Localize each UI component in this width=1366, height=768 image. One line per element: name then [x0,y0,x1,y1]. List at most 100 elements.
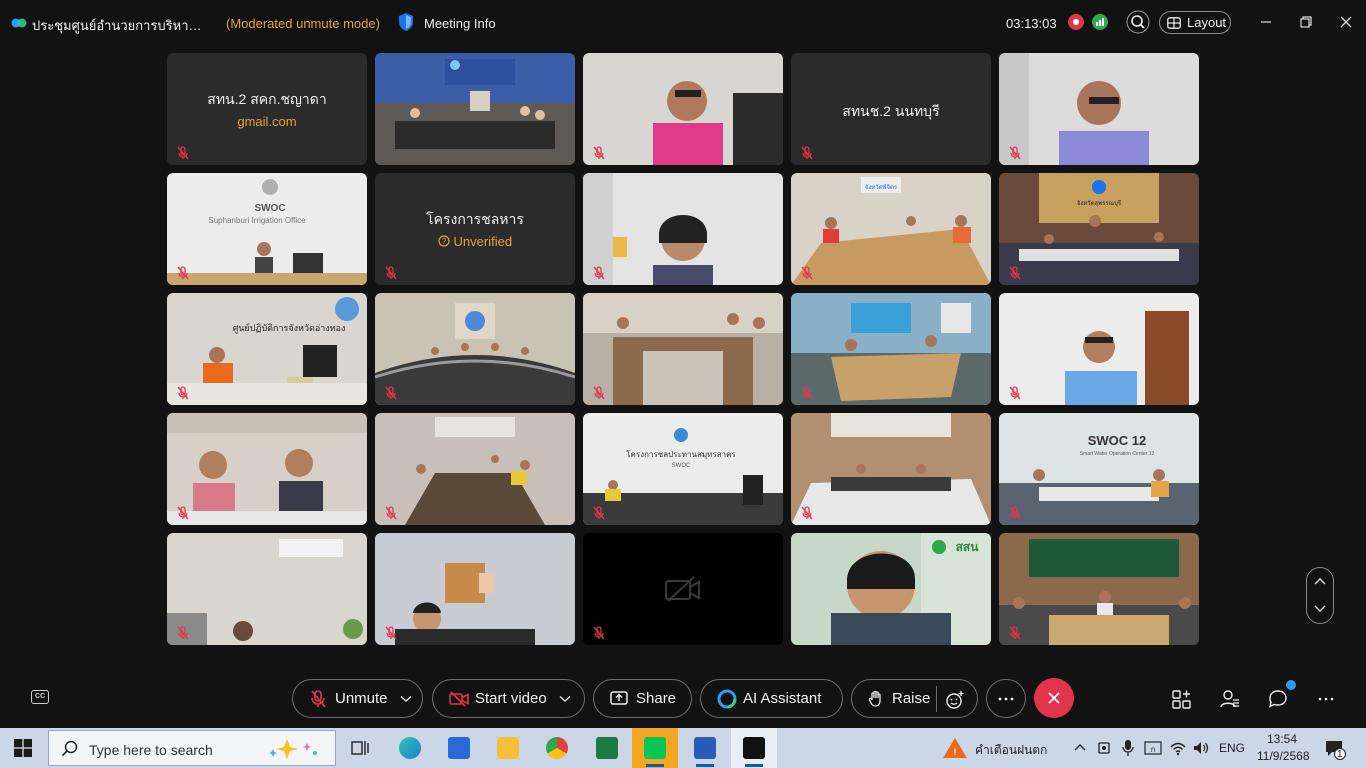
ai-assistant-icon [717,689,737,708]
room-sign-text: โครงการชลประทานสมุทรสาคร [626,449,736,459]
edge-icon [399,737,421,759]
meet-now-icon[interactable] [1097,739,1113,757]
muted-mic-icon [1009,146,1021,160]
participant-tile[interactable] [375,53,575,165]
participant-tile[interactable]: โครงการชลหาร ? Unverified [375,173,575,285]
participant-tile[interactable] [999,533,1199,645]
chevron-up-icon[interactable] [1313,576,1327,586]
participant-tile[interactable]: SWOC 12 Smart Water Operation Center 12 [999,413,1199,525]
video-feed [167,533,367,645]
chrome-app-button[interactable] [534,728,580,768]
store-app-button[interactable] [436,728,482,768]
muted-mic-icon [177,506,189,520]
reactions-icon[interactable] [945,690,965,710]
close-icon[interactable] [1337,13,1355,31]
participants-icon[interactable] [1219,688,1241,710]
recording-icon[interactable] [1068,14,1084,30]
start-video-button[interactable]: Start video [432,679,585,718]
participant-tile[interactable] [167,533,367,645]
participant-tile[interactable] [375,293,575,405]
participant-tile[interactable]: SWOC Suphanburi Irrigation Office [167,173,367,285]
meeting-info-link[interactable]: Meeting Info [424,16,496,31]
closed-captions-icon[interactable]: CC [31,690,49,704]
muted-mic-icon [801,146,813,160]
participant-tile[interactable]: จังหวัดสุพรรณบุรี [999,173,1199,285]
participant-tile[interactable] [791,413,991,525]
webex-app-button[interactable] [731,728,777,768]
word-app-button[interactable] [682,728,728,768]
participant-tile[interactable] [583,53,783,165]
chat-icon[interactable] [1267,688,1289,710]
muted-mic-icon [593,266,605,280]
participant-tile[interactable]: สทนช.2 นนทบุรี [791,53,991,165]
ime-icon[interactable]: ก [1144,739,1162,757]
participant-tile[interactable] [375,413,575,525]
line-app-button[interactable] [632,728,678,768]
divider [936,686,937,712]
word-icon [694,737,716,759]
chevron-down-icon[interactable] [559,695,571,703]
unmute-button[interactable]: Unmute [292,679,423,718]
taskbar-search-box[interactable]: Type here to search [48,730,336,766]
clock-time[interactable]: 13:54 [1267,732,1297,746]
participant-tile[interactable] [999,53,1199,165]
chevron-up-icon[interactable] [1073,742,1087,752]
task-view-button[interactable] [337,728,383,768]
wifi-icon[interactable] [1169,739,1187,757]
video-feed: SWOC 12 Smart Water Operation Center 12 [999,413,1199,525]
shield-icon[interactable] [397,12,415,32]
apps-icon[interactable] [1171,688,1193,710]
video-feed [583,293,783,405]
muted-mic-icon [385,386,397,400]
participant-tile[interactable] [167,413,367,525]
share-button[interactable]: Share [593,679,692,718]
speaker-icon[interactable] [1192,739,1210,757]
layout-label: Layout [1187,15,1227,30]
grid-page-scroller[interactable] [1306,567,1334,624]
ai-assistant-button[interactable]: AI Assistant [700,679,843,718]
weather-warning-text[interactable]: คำเตือนฝนตก [975,741,1047,760]
minimize-icon[interactable] [1257,13,1275,31]
participant-tile[interactable] [583,293,783,405]
svg-text:?: ? [442,237,447,246]
layout-button[interactable]: Layout [1159,11,1231,34]
input-language[interactable]: ENG [1219,741,1245,755]
participant-tile[interactable]: จังหวัดพิจิตร [791,173,991,285]
ai-assistant-label: AI Assistant [743,690,822,707]
svg-text:ก: ก [1151,745,1156,754]
more-horizontal-icon[interactable] [1315,688,1337,710]
leave-meeting-button[interactable] [1034,678,1074,718]
weather-warning-icon[interactable]: ! [942,736,968,760]
muted-mic-icon [177,626,189,640]
participant-tile[interactable] [999,293,1199,405]
participant-tile[interactable]: ศูนย์ปฏิบัติการจังหวัดอ่างทอง [167,293,367,405]
file-explorer-button[interactable] [485,728,531,768]
muted-mic-icon [177,266,189,280]
participant-tile[interactable]: สสน [791,533,991,645]
video-feed [583,173,783,285]
muted-mic-icon [593,506,605,520]
participant-tile[interactable] [583,533,783,645]
participant-tile[interactable]: สทน.2 สคก.ชญาดา gmail.com [167,53,367,165]
clock-date[interactable]: 11/9/2568 [1257,749,1310,763]
raise-hand-button[interactable]: Raise [851,679,978,718]
restore-icon[interactable] [1297,13,1315,31]
unverified-text: Unverified [453,234,513,249]
video-feed: สสน [791,533,991,645]
participant-tile[interactable] [375,533,575,645]
room-sign-text: SWOC 12 [1088,433,1147,448]
chevron-down-icon[interactable] [1313,604,1327,614]
excel-app-button[interactable] [584,728,630,768]
windows-start-icon[interactable] [14,739,32,757]
participant-tile[interactable] [791,293,991,405]
network-health-icon[interactable] [1092,14,1108,30]
more-options-button[interactable] [986,679,1026,718]
chevron-down-icon[interactable] [400,695,412,703]
video-feed: จังหวัดสุพรรณบุรี [999,173,1199,285]
video-feed: โครงการชลประทานสมุทรสาคร SWOC [583,413,783,525]
participant-tile[interactable]: โครงการชลประทานสมุทรสาคร SWOC [583,413,783,525]
zoom-search-icon[interactable] [1126,10,1150,34]
participant-tile[interactable] [583,173,783,285]
edge-app-button[interactable] [387,728,433,768]
microphone-icon[interactable] [1121,739,1135,757]
